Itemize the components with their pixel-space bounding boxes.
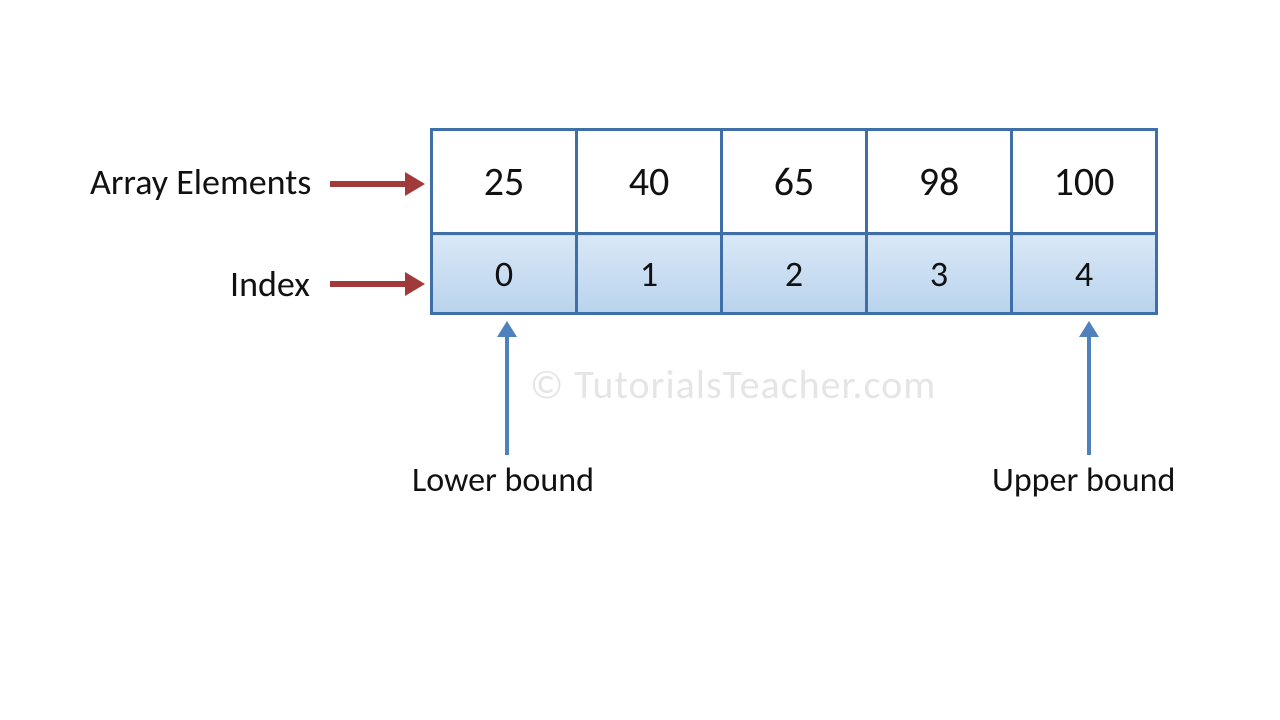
array-diagram: 25 40 65 98 100 0 1 2 3 4 [430,128,1158,315]
index-cell: 4 [1012,234,1157,314]
lower-bound-label: Lower bound [412,460,594,501]
array-cell: 98 [867,130,1012,234]
index-cell: 2 [722,234,867,314]
watermark-text: © TutorialsTeacher.com [530,360,936,409]
arrow-icon [330,278,425,290]
arrow-icon [330,178,425,190]
array-cell: 100 [1012,130,1157,234]
array-cell: 25 [432,130,577,234]
index-cell: 1 [577,234,722,314]
index-label: Index [230,262,310,306]
index-cell: 0 [432,234,577,314]
array-elements-label: Array Elements [90,160,311,204]
array-cell: 65 [722,130,867,234]
array-indices-row: 0 1 2 3 4 [432,234,1157,314]
array-elements-row: 25 40 65 98 100 [432,130,1157,234]
index-cell: 3 [867,234,1012,314]
array-cell: 40 [577,130,722,234]
arrow-up-icon [505,335,509,455]
upper-bound-label: Upper bound [992,460,1175,501]
arrow-up-icon [1087,335,1091,455]
